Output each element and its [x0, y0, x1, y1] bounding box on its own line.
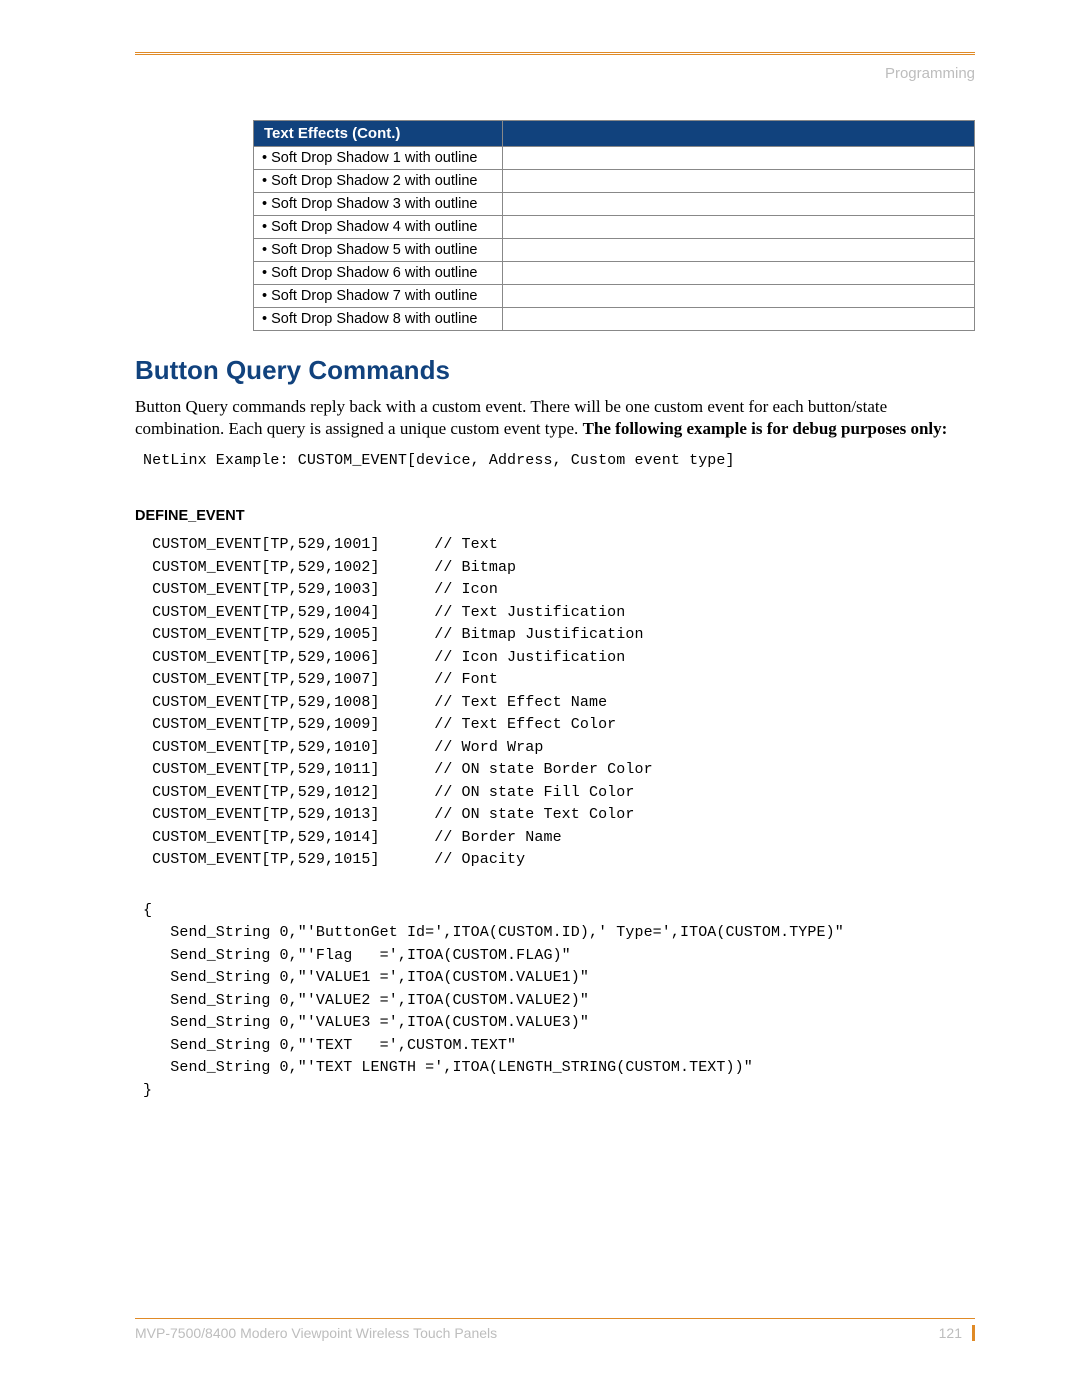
- table-cell-empty: [503, 216, 975, 239]
- page-footer: MVP-7500/8400 Modero Viewpoint Wireless …: [135, 1318, 975, 1341]
- footer-divider: [135, 1318, 975, 1319]
- table-row: • Soft Drop Shadow 4 with outline: [254, 216, 975, 239]
- table-cell: • Soft Drop Shadow 4 with outline: [254, 216, 503, 239]
- page-number: 121: [939, 1325, 975, 1341]
- events-code-block: CUSTOM_EVENT[TP,529,1001] // Text CUSTOM…: [143, 534, 975, 872]
- table-cell: • Soft Drop Shadow 3 with outline: [254, 193, 503, 216]
- table-header-left: Text Effects (Cont.): [254, 121, 503, 147]
- handler-code-block: { Send_String 0,"'ButtonGet Id=',ITOA(CU…: [143, 900, 975, 1103]
- table-row: • Soft Drop Shadow 1 with outline: [254, 147, 975, 170]
- table-cell: • Soft Drop Shadow 1 with outline: [254, 147, 503, 170]
- table-cell-empty: [503, 285, 975, 308]
- table-cell-empty: [503, 170, 975, 193]
- section-label: Programming: [135, 65, 975, 82]
- table-cell-empty: [503, 308, 975, 331]
- text-effects-table: Text Effects (Cont.) • Soft Drop Shadow …: [253, 120, 975, 331]
- table-header-right: [503, 121, 975, 147]
- footer-title: MVP-7500/8400 Modero Viewpoint Wireless …: [135, 1325, 497, 1341]
- table-row: • Soft Drop Shadow 8 with outline: [254, 308, 975, 331]
- table-cell: • Soft Drop Shadow 7 with outline: [254, 285, 503, 308]
- table-cell: • Soft Drop Shadow 2 with outline: [254, 170, 503, 193]
- table-cell: • Soft Drop Shadow 8 with outline: [254, 308, 503, 331]
- table-row: • Soft Drop Shadow 2 with outline: [254, 170, 975, 193]
- table-row: • Soft Drop Shadow 3 with outline: [254, 193, 975, 216]
- intro-paragraph: Button Query commands reply back with a …: [135, 396, 975, 440]
- paragraph-bold: The following example is for debug purpo…: [583, 419, 948, 438]
- table-row: • Soft Drop Shadow 7 with outline: [254, 285, 975, 308]
- table-cell: • Soft Drop Shadow 6 with outline: [254, 262, 503, 285]
- table-row: • Soft Drop Shadow 6 with outline: [254, 262, 975, 285]
- example-line: NetLinx Example: CUSTOM_EVENT[device, Ad…: [143, 450, 975, 473]
- top-divider: [135, 52, 975, 55]
- table-cell-empty: [503, 147, 975, 170]
- table-cell-empty: [503, 239, 975, 262]
- table-cell-empty: [503, 262, 975, 285]
- section-heading: Button Query Commands: [135, 355, 975, 386]
- table-row: • Soft Drop Shadow 5 with outline: [254, 239, 975, 262]
- table-cell-empty: [503, 193, 975, 216]
- define-event-label: DEFINE_EVENT: [135, 508, 975, 524]
- table-cell: • Soft Drop Shadow 5 with outline: [254, 239, 503, 262]
